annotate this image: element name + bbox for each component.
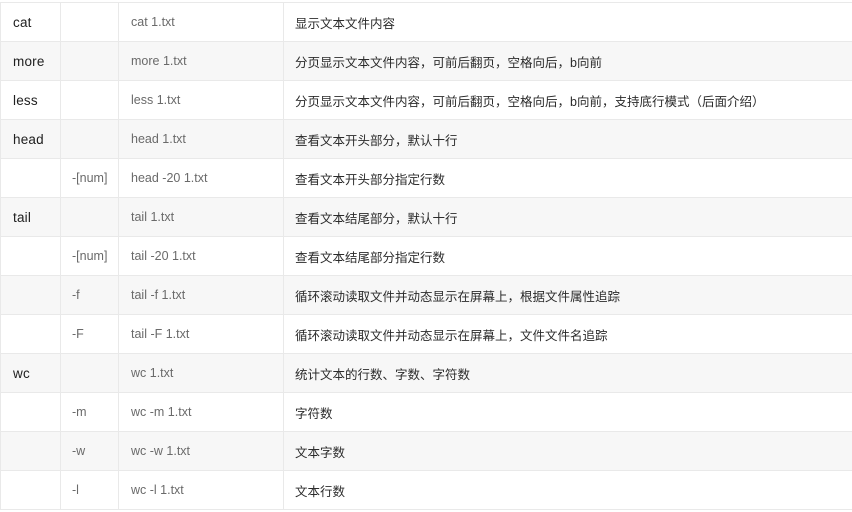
cell-option bbox=[60, 80, 119, 120]
table-row: less less 1.txt 分页显示文本文件内容，可前后翻页，空格向后，b向前，… bbox=[0, 80, 852, 120]
cell-command bbox=[0, 158, 61, 198]
cell-command: head bbox=[0, 119, 61, 159]
cell-example: tail 1.txt bbox=[118, 197, 284, 237]
cell-example: wc -l 1.txt bbox=[118, 470, 284, 510]
cell-example: more 1.txt bbox=[118, 41, 284, 81]
table-row: head head 1.txt 查看文本开头部分，默认十行 bbox=[0, 119, 852, 159]
linux-command-reference-table-container: cat cat 1.txt 显示文本文件内容 more more 1.txt 分页显示文本… bbox=[0, 0, 852, 512]
cell-example: tail -f 1.txt bbox=[118, 275, 284, 315]
cell-option: -w bbox=[60, 431, 119, 471]
cell-description: 文本字数 bbox=[283, 431, 852, 471]
table-row: tail tail 1.txt 查看文本结尾部分，默认十行 bbox=[0, 197, 852, 237]
table-body: cat cat 1.txt 显示文本文件内容 more more 1.txt 分页显示文本… bbox=[0, 2, 852, 510]
cell-example: cat 1.txt bbox=[118, 2, 284, 42]
cell-command bbox=[0, 470, 61, 510]
table-row: -[num] tail -20 1.txt 查看文本结尾部分指定行数 bbox=[0, 236, 852, 276]
cell-option: -F bbox=[60, 314, 119, 354]
cell-option: -l bbox=[60, 470, 119, 510]
cell-command: more bbox=[0, 41, 61, 81]
cell-description: 字符数 bbox=[283, 392, 852, 432]
linux-command-reference-table: cat cat 1.txt 显示文本文件内容 more more 1.txt 分页显示文本… bbox=[0, 2, 852, 510]
cell-description: 显示文本文件内容 bbox=[283, 2, 852, 42]
cell-example: wc -w 1.txt bbox=[118, 431, 284, 471]
cell-command bbox=[0, 392, 61, 432]
table-row: -w wc -w 1.txt 文本字数 bbox=[0, 431, 852, 471]
cell-example: wc 1.txt bbox=[118, 353, 284, 393]
cell-example: tail -20 1.txt bbox=[118, 236, 284, 276]
cell-description: 查看文本结尾部分，默认十行 bbox=[283, 197, 852, 237]
cell-example: less 1.txt bbox=[118, 80, 284, 120]
cell-option: -m bbox=[60, 392, 119, 432]
cell-example: tail -F 1.txt bbox=[118, 314, 284, 354]
cell-example: head 1.txt bbox=[118, 119, 284, 159]
cell-example: head -20 1.txt bbox=[118, 158, 284, 198]
cell-option bbox=[60, 119, 119, 159]
cell-option: -f bbox=[60, 275, 119, 315]
table-row: -F tail -F 1.txt 循环滚动读取文件并动态显示在屏幕上，文件文件名追踪 bbox=[0, 314, 852, 354]
table-row: cat cat 1.txt 显示文本文件内容 bbox=[0, 2, 852, 42]
table-row: -l wc -l 1.txt 文本行数 bbox=[0, 470, 852, 510]
cell-command bbox=[0, 275, 61, 315]
cell-command: less bbox=[0, 80, 61, 120]
table-row: more more 1.txt 分页显示文本文件内容，可前后翻页，空格向后，b向前 bbox=[0, 41, 852, 81]
cell-option bbox=[60, 197, 119, 237]
cell-description: 循环滚动读取文件并动态显示在屏幕上，文件文件名追踪 bbox=[283, 314, 852, 354]
cell-description: 分页显示文本文件内容，可前后翻页，空格向后，b向前，支持底行模式（后面介绍） bbox=[283, 80, 852, 120]
cell-description: 文本行数 bbox=[283, 470, 852, 510]
cell-option bbox=[60, 41, 119, 81]
cell-description: 查看文本开头部分，默认十行 bbox=[283, 119, 852, 159]
cell-command: wc bbox=[0, 353, 61, 393]
table-row: -m wc -m 1.txt 字符数 bbox=[0, 392, 852, 432]
cell-command bbox=[0, 236, 61, 276]
cell-description: 查看文本开头部分指定行数 bbox=[283, 158, 852, 198]
cell-description: 查看文本结尾部分指定行数 bbox=[283, 236, 852, 276]
cell-command bbox=[0, 431, 61, 471]
cell-option: -[num] bbox=[60, 236, 119, 276]
cell-example: wc -m 1.txt bbox=[118, 392, 284, 432]
cell-command bbox=[0, 314, 61, 354]
cell-description: 统计文本的行数、字数、字符数 bbox=[283, 353, 852, 393]
cell-description: 循环滚动读取文件并动态显示在屏幕上，根据文件属性追踪 bbox=[283, 275, 852, 315]
table-row: -[num] head -20 1.txt 查看文本开头部分指定行数 bbox=[0, 158, 852, 198]
cell-option bbox=[60, 353, 119, 393]
cell-command: cat bbox=[0, 2, 61, 42]
cell-command: tail bbox=[0, 197, 61, 237]
table-row: wc wc 1.txt 统计文本的行数、字数、字符数 bbox=[0, 353, 852, 393]
cell-option bbox=[60, 2, 119, 42]
table-row: -f tail -f 1.txt 循环滚动读取文件并动态显示在屏幕上，根据文件属性追… bbox=[0, 275, 852, 315]
cell-description: 分页显示文本文件内容，可前后翻页，空格向后，b向前 bbox=[283, 41, 852, 81]
cell-option: -[num] bbox=[60, 158, 119, 198]
